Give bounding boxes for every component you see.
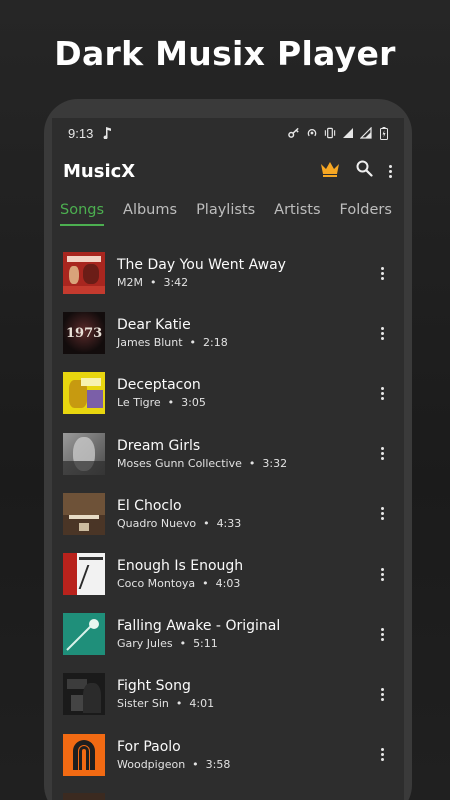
overflow-menu-icon[interactable] [389,164,392,178]
album-art [63,613,105,656]
tab-albums[interactable]: Albums [123,202,177,226]
promo-title: Dark Musix Player [54,34,396,73]
list-item[interactable]: El Choclo Quadro Nuevo • 4:33 [52,484,404,544]
song-artist: Gary Jules [117,637,173,651]
list-item[interactable]: Dream Girls Moses Gunn Collective • 3:32 [52,424,404,484]
crown-icon[interactable] [320,161,340,182]
song-artist: Coco Montoya [117,577,196,591]
tab-artists[interactable]: Artists [274,202,320,226]
list-item[interactable]: The Day You Went Away M2M • 3:42 [52,243,404,303]
song-artist: M2M [117,276,143,290]
song-artist: Moses Gunn Collective [117,456,242,470]
status-time: 9:13 [68,125,94,141]
more-options-icon[interactable] [372,381,392,405]
list-item[interactable]: Falling Awake - Original Gary Jules • 5:… [52,604,404,664]
tab-folders[interactable]: Folders [340,202,392,226]
more-options-icon[interactable] [372,682,392,706]
more-options-icon[interactable] [372,261,392,285]
song-title: For Paolo [117,738,181,755]
song-title: The Day You Went Away [117,257,286,274]
song-artist: James Blunt [117,336,183,350]
song-artist: Woodpigeon [117,757,186,771]
song-title: El Choclo [117,497,182,514]
song-duration: 4:03 [215,577,241,591]
song-duration: 4:33 [216,516,242,530]
list-item[interactable]: Fight Song Sister Sin • 4:01 [52,664,404,724]
song-title: Dream Girls [117,437,201,454]
song-list: The Day You Went Away M2M • 3:42 1973 De… [52,243,404,785]
more-options-icon[interactable] [372,743,392,767]
album-art [63,553,105,596]
status-bar: 9:13 [52,118,404,148]
more-options-icon[interactable] [372,622,392,646]
app-bar: MusicX [52,148,404,194]
album-art-partial [63,793,105,800]
tab-playlists[interactable]: Playlists [196,202,255,226]
tab-bar: Songs Albums Playlists Artists Folders [52,202,404,238]
album-art [63,673,105,716]
song-duration: 5:11 [193,637,218,651]
song-title: Fight Song [117,678,191,695]
album-art [63,492,105,535]
song-duration: 4:01 [189,697,215,711]
more-options-icon[interactable] [372,442,392,466]
wifi-signal-icon [360,127,372,139]
list-item[interactable]: Enough Is Enough Coco Montoya • 4:03 [52,544,404,604]
album-art [63,432,105,475]
album-art [63,252,105,295]
album-art: 1973 [63,312,105,355]
list-item[interactable]: For Paolo Woodpigeon • 3:58 [52,725,404,785]
battery-icon [378,126,390,140]
song-title: Deceptacon [117,377,201,394]
song-title: Falling Awake - Original [117,618,281,635]
key-icon [288,127,300,139]
app-title: MusicX [63,160,136,182]
hotspot-icon [306,127,318,139]
music-note-icon [101,127,113,139]
song-title: Enough Is Enough [117,558,244,575]
song-artist: Quadro Nuevo [117,516,197,530]
more-options-icon[interactable] [372,562,392,586]
song-duration: 3:32 [262,456,288,470]
song-duration: 3:05 [181,396,206,410]
album-art [63,733,105,776]
song-duration: 3:42 [163,276,189,290]
tab-songs[interactable]: Songs [60,202,105,226]
list-item[interactable]: Deceptacon Le Tigre • 3:05 [52,363,404,423]
song-duration: 2:18 [203,336,228,350]
list-item[interactable]: 1973 Dear Katie James Blunt • 2:18 [52,303,404,363]
song-artist: Le Tigre [117,396,161,410]
app-screen: 9:13 MusicX Songs Albums Playlists Artis… [52,118,404,800]
song-title: Dear Katie [117,317,191,334]
signal-icon [342,127,354,139]
song-duration: 3:58 [205,757,231,771]
search-icon[interactable] [356,160,373,182]
vibrate-icon [324,127,336,139]
song-artist: Sister Sin [117,697,169,711]
more-options-icon[interactable] [372,502,392,526]
more-options-icon[interactable] [372,321,392,345]
album-art [63,372,105,415]
